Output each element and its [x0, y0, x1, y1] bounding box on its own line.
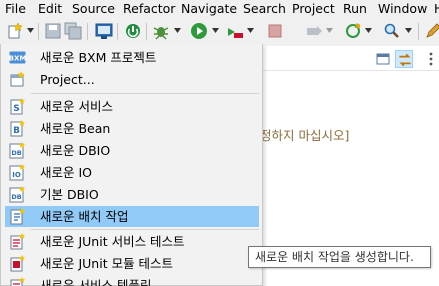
svg-text:IO: IO [12, 171, 21, 179]
menu-separator [31, 229, 259, 230]
svg-text:DB: DB [11, 149, 21, 157]
menu-item-new-bxm-project[interactable]: BXM 새로운 BXM 프로젝트 [5, 47, 259, 68]
dbio-icon: DB [9, 142, 26, 159]
menu-bar: File Edit Source Refactor Navigate Searc… [0, 0, 439, 18]
toolbar-separator [117, 23, 118, 40]
toolbar-separator [38, 23, 39, 40]
save-icon[interactable] [44, 22, 62, 40]
link-with-editor-icon[interactable] [395, 50, 413, 68]
new-wizard-icon[interactable] [6, 22, 24, 40]
service-template-icon [9, 277, 26, 286]
menu-item-label: Project... [40, 72, 95, 87]
junit-module-test-icon [9, 255, 26, 272]
chevron-down-icon[interactable] [326, 28, 333, 34]
toolbar-separator [146, 23, 147, 40]
menu-edit[interactable]: Edit [38, 1, 62, 17]
menu-item-label: 새로운 JUnit 모듈 테스트 [40, 256, 174, 271]
edit-icon[interactable] [424, 22, 439, 40]
menu-item-new-junit-service-test[interactable]: 새로운 JUnit 서비스 테스트 [5, 231, 259, 252]
io-icon: IO [9, 164, 26, 181]
junit-service-test-icon [9, 233, 26, 250]
menu-item-label: 새로운 BXM 프로젝트 [40, 50, 157, 65]
toolbar-separator [418, 23, 419, 40]
menu-item-new-service-template[interactable]: 새로운 서비스 템플릿 [5, 275, 259, 286]
svg-text:BXM: BXM [9, 55, 26, 63]
menu-search[interactable]: Search [243, 1, 286, 17]
menu-item-label: 새로운 서비스 [40, 99, 113, 114]
menu-navigate[interactable]: Navigate [181, 1, 237, 17]
chevron-down-icon[interactable] [365, 28, 372, 34]
new-wizard-menu: BXM 새로운 BXM 프로젝트 Project... S 새로운 서비스 B … [0, 44, 263, 286]
refresh-icon[interactable] [344, 22, 362, 40]
menu-item-label: 기본 DBIO [40, 187, 99, 202]
menu-item-label: 새로운 DBIO [40, 143, 111, 158]
main-toolbar [0, 18, 439, 46]
menu-run[interactable]: Run [343, 1, 367, 17]
menu-item-label: 새로운 Bean [40, 121, 111, 136]
menu-item-new-io[interactable]: IO 새로운 IO [5, 162, 259, 183]
toolbar-separator [87, 23, 88, 40]
terminal-icon[interactable] [95, 22, 113, 40]
menu-refactor[interactable]: Refactor [123, 1, 175, 17]
run-icon[interactable] [190, 22, 208, 40]
chevron-down-icon[interactable] [247, 28, 254, 34]
menu-item-project[interactable]: Project... [5, 69, 259, 90]
view-menu-icon[interactable] [422, 50, 439, 68]
menu-item-new-dbio[interactable]: DB 새로운 DBIO [5, 140, 259, 161]
menu-item-label: 새로운 JUnit 서비스 테스트 [40, 234, 185, 249]
chevron-down-icon[interactable] [27, 28, 34, 34]
menu-item-default-dbio[interactable]: DB 기본 DBIO [5, 184, 259, 205]
svg-text:B: B [13, 126, 20, 136]
minimize-icon[interactable] [374, 50, 392, 68]
chevron-down-icon[interactable] [212, 28, 219, 34]
editor-hint-text: 정하지 마십시오] [260, 128, 350, 143]
project-icon [9, 71, 26, 88]
tooltip: 새로운 배치 작업을 생성합니다. [248, 246, 431, 268]
menu-item-new-batch-job[interactable]: 새로운 배치 작업 [5, 206, 259, 227]
svg-text:S: S [13, 104, 19, 114]
build-icon[interactable] [305, 22, 323, 40]
menu-separator [31, 93, 259, 94]
skip-breakpoints-icon[interactable] [124, 22, 142, 40]
menu-item-label: 새로운 배치 작업 [40, 209, 129, 224]
batch-job-icon [9, 208, 26, 225]
menu-item-label: 새로운 서비스 템플릿 [40, 278, 152, 286]
chevron-down-icon[interactable] [174, 28, 181, 34]
menu-source[interactable]: Source [72, 1, 115, 17]
menu-item-new-bean[interactable]: B 새로운 Bean [5, 118, 259, 139]
bxm-project-icon: BXM [9, 49, 26, 66]
service-icon: S [9, 98, 26, 115]
save-all-icon[interactable] [64, 22, 82, 40]
external-tools-icon[interactable] [226, 22, 244, 40]
menu-item-new-junit-module-test[interactable]: 새로운 JUnit 모듈 테스트 [5, 253, 259, 274]
svg-text:DB: DB [11, 193, 21, 201]
menu-window[interactable]: Window [378, 1, 427, 17]
bean-icon: B [9, 120, 26, 137]
menu-item-new-service[interactable]: S 새로운 서비스 [5, 96, 259, 117]
menu-project[interactable]: Project [292, 1, 335, 17]
debug-icon[interactable] [152, 22, 170, 40]
stop-icon[interactable] [266, 22, 284, 40]
view-toolbar [262, 46, 439, 71]
default-dbio-icon: DB [9, 186, 26, 203]
chevron-down-icon[interactable] [405, 28, 412, 34]
menu-help[interactable]: H [434, 1, 439, 17]
menu-item-label: 새로운 IO [40, 165, 92, 180]
menu-file[interactable]: File [5, 1, 26, 17]
search-icon[interactable] [383, 22, 401, 40]
